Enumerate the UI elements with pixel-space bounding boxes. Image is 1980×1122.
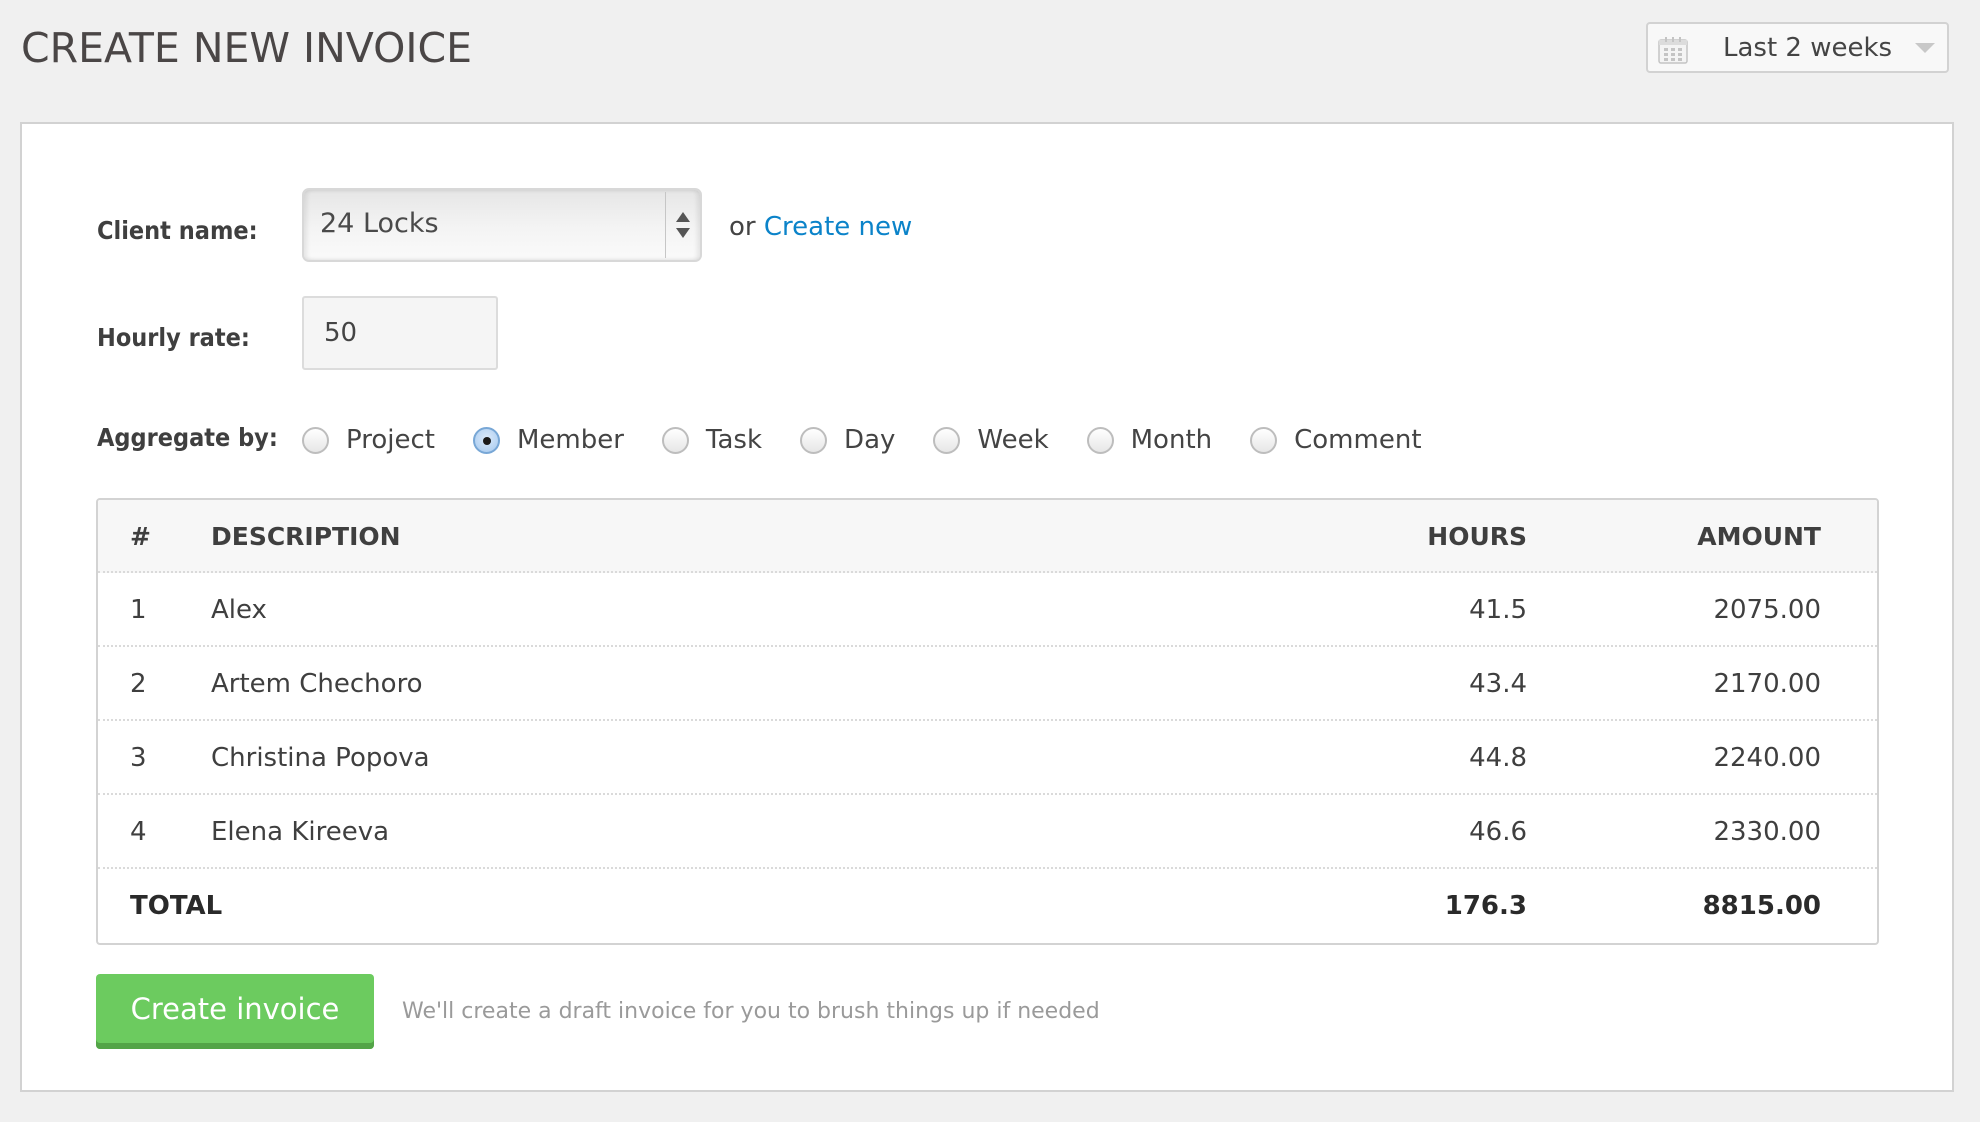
select-arrows-icon bbox=[676, 212, 690, 238]
aggregate-by-radio-group: Project Member Task Day Week Month Comme… bbox=[302, 420, 1460, 460]
client-name-value: 24 Locks bbox=[320, 208, 439, 239]
row-amount: 2170.00 bbox=[1713, 669, 1821, 699]
row-amount: 2330.00 bbox=[1713, 817, 1821, 847]
calendar-icon bbox=[1658, 37, 1688, 64]
radio-week[interactable]: Week bbox=[933, 425, 1049, 455]
hourly-rate-label: Hourly rate: bbox=[97, 323, 250, 352]
row-num: 4 bbox=[130, 817, 147, 847]
chevron-down-icon bbox=[1915, 43, 1935, 53]
header-num: # bbox=[130, 522, 151, 551]
hourly-rate-input[interactable] bbox=[302, 296, 498, 370]
radio-day[interactable]: Day bbox=[800, 425, 895, 455]
row-num: 3 bbox=[130, 743, 147, 773]
row-amount: 2075.00 bbox=[1713, 595, 1821, 625]
radio-label: Member bbox=[516, 425, 624, 455]
row-hours: 41.5 bbox=[1469, 595, 1527, 625]
header-description: DESCRIPTION bbox=[211, 522, 401, 551]
table-header-row: # DESCRIPTION HOURS AMOUNT bbox=[98, 500, 1877, 573]
table-total-row: TOTAL 176.3 8815.00 bbox=[98, 869, 1877, 943]
radio-button-icon[interactable] bbox=[1250, 426, 1278, 454]
total-amount: 8815.00 bbox=[1702, 891, 1821, 921]
row-description: Artem Chechoro bbox=[211, 669, 423, 699]
date-range-dropdown[interactable]: Last 2 weeks bbox=[1646, 22, 1949, 73]
invoice-form-panel: Client name: 24 Locks or Create new Hour… bbox=[20, 122, 1954, 1092]
create-invoice-helper-text: We'll create a draft invoice for you to … bbox=[402, 999, 1100, 1024]
total-label: TOTAL bbox=[130, 891, 223, 921]
table-row: 2 Artem Chechoro 43.4 2170.00 bbox=[98, 647, 1877, 721]
aggregate-by-label: Aggregate by: bbox=[97, 423, 278, 452]
radio-button-icon[interactable] bbox=[1086, 426, 1114, 454]
row-hours: 43.4 bbox=[1469, 669, 1527, 699]
radio-button-icon[interactable] bbox=[661, 426, 689, 454]
header-amount: AMOUNT bbox=[1697, 522, 1821, 551]
header-hours: HOURS bbox=[1427, 522, 1527, 551]
row-description: Christina Popova bbox=[211, 743, 430, 773]
radio-button-icon[interactable] bbox=[933, 426, 961, 454]
create-client-text: or Create new bbox=[729, 212, 912, 242]
radio-member[interactable]: Member bbox=[472, 425, 624, 455]
or-text: or bbox=[729, 212, 756, 242]
radio-label: Week bbox=[977, 425, 1049, 455]
row-num: 2 bbox=[130, 669, 147, 699]
date-range-value: Last 2 weeks bbox=[1723, 33, 1893, 63]
client-name-label: Client name: bbox=[97, 216, 258, 245]
select-divider bbox=[665, 192, 666, 258]
total-hours: 176.3 bbox=[1444, 891, 1527, 921]
radio-project[interactable]: Project bbox=[302, 425, 435, 455]
page-title: CREATE NEW INVOICE bbox=[21, 24, 472, 72]
radio-task[interactable]: Task bbox=[661, 425, 763, 455]
radio-button-icon[interactable] bbox=[800, 426, 828, 454]
row-hours: 44.8 bbox=[1469, 743, 1527, 773]
radio-comment[interactable]: Comment bbox=[1250, 425, 1422, 455]
radio-month[interactable]: Month bbox=[1086, 425, 1213, 455]
table-row: 4 Elena Kireeva 46.6 2330.00 bbox=[98, 795, 1877, 869]
radio-button-icon[interactable] bbox=[302, 426, 329, 454]
invoice-table: # DESCRIPTION HOURS AMOUNT 1 Alex 41.5 2… bbox=[96, 498, 1879, 945]
row-description: Alex bbox=[211, 595, 267, 625]
client-name-select[interactable]: 24 Locks bbox=[302, 188, 702, 262]
radio-label: Day bbox=[844, 425, 896, 455]
table-row: 3 Christina Popova 44.8 2240.00 bbox=[98, 721, 1877, 795]
row-description: Elena Kireeva bbox=[211, 817, 390, 847]
radio-label: Month bbox=[1130, 425, 1213, 455]
radio-label: Project bbox=[346, 425, 435, 455]
radio-button-checked-icon[interactable] bbox=[472, 426, 500, 454]
row-amount: 2240.00 bbox=[1713, 743, 1821, 773]
row-num: 1 bbox=[130, 595, 147, 625]
table-row: 1 Alex 41.5 2075.00 bbox=[98, 573, 1877, 647]
radio-label: Task bbox=[705, 425, 763, 455]
create-new-client-link[interactable]: Create new bbox=[764, 212, 912, 242]
radio-label: Comment bbox=[1294, 425, 1422, 455]
row-hours: 46.6 bbox=[1469, 817, 1527, 847]
create-invoice-button[interactable]: Create invoice bbox=[96, 974, 374, 1049]
